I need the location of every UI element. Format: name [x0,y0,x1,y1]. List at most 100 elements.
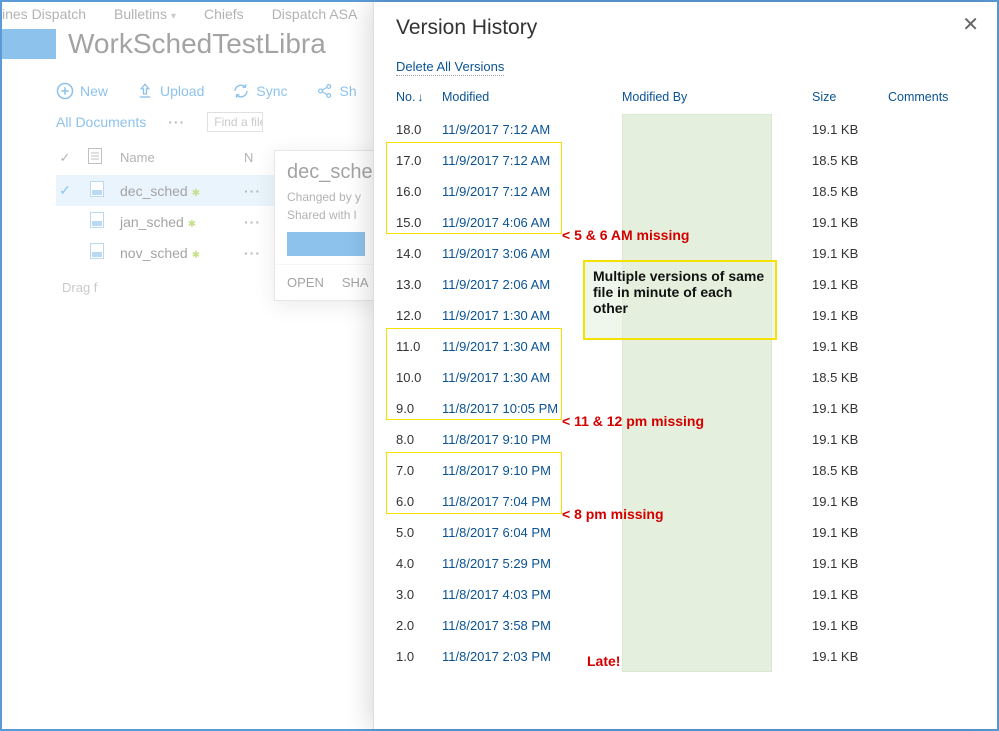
delete-all-versions-link[interactable]: Delete All Versions [396,59,504,76]
share-button[interactable]: Sh [316,82,357,100]
sync-button[interactable]: Sync [232,82,287,100]
find-file-input[interactable]: Find a file [207,112,263,132]
annotation-note-box: Multiple versions of same file in minute… [583,260,777,340]
close-button[interactable]: ✕ [962,12,979,37]
version-modified-link[interactable]: 11/9/2017 7:12 AM [442,122,622,137]
annotation-text-3: < 8 pm missing [562,506,664,522]
share-icon [316,82,334,100]
version-size: 19.1 KB [812,339,888,354]
version-modified-link[interactable]: 11/9/2017 7:12 AM [442,153,622,168]
select-all-checkbox[interactable]: ✓ [56,150,74,166]
version-modified-link[interactable]: 11/8/2017 9:10 PM [442,463,622,478]
version-modified-link[interactable]: 11/8/2017 9:10 PM [442,432,622,447]
file-callout: dec_sche Changed by y Shared with l OPEN… [274,150,378,301]
col-modified-by[interactable]: Modified By [622,90,812,104]
upload-icon [136,82,154,100]
library-title: WorkSchedTestLibra [68,28,326,60]
callout-shared-with: Shared with l [275,206,377,224]
version-size: 19.1 KB [812,246,888,261]
view-all-documents[interactable]: All Documents [56,114,146,130]
doc-icon [88,181,106,200]
version-no: 13.0 [396,277,442,292]
col-modified[interactable]: Modified [442,90,622,104]
row-more-menu[interactable]: ··· [244,183,264,199]
version-modified-link[interactable]: 11/9/2017 3:06 AM [442,246,622,261]
nav-item-chiefs[interactable]: Chiefs [204,6,244,22]
version-table: No.↓ Modified Modified By Size Comments … [396,90,975,672]
version-modified-link[interactable]: 11/8/2017 4:03 PM [442,587,622,602]
callout-preview [287,232,365,256]
row-checkbox[interactable]: ✓ [56,182,74,199]
library-color-chip [2,29,56,59]
callout-changed-by: Changed by y [275,188,377,206]
plus-circle-icon [56,82,74,100]
annotation-text-1: < 5 & 6 AM missing [562,227,689,243]
version-table-header: No.↓ Modified Modified By Size Comments [396,90,975,114]
version-modified-link[interactable]: 11/8/2017 5:29 PM [442,556,622,571]
version-no: 4.0 [396,556,442,571]
version-size: 19.1 KB [812,556,888,571]
version-modified-link[interactable]: 11/8/2017 3:58 PM [442,618,622,633]
new-indicator-icon: ✱ [192,250,200,261]
annotation-text-4: Late! [587,653,620,669]
version-no: 14.0 [396,246,442,261]
new-button[interactable]: New [56,82,108,100]
modified-column-header-trunc[interactable]: N [244,150,253,165]
version-no: 3.0 [396,587,442,602]
version-no: 6.0 [396,494,442,509]
version-modified-link[interactable]: 11/8/2017 6:04 PM [442,525,622,540]
version-size: 18.5 KB [812,184,888,199]
version-size: 19.1 KB [812,525,888,540]
version-no: 9.0 [396,401,442,416]
file-name[interactable]: nov_sched [120,245,188,261]
view-more-menu[interactable]: ··· [168,114,185,130]
modified-by-highlight-strip [622,114,772,672]
nav-item-bulletins[interactable]: Bulletins▾ [114,6,176,22]
chevron-down-icon: ▾ [171,11,176,22]
sync-icon [232,82,250,100]
callout-title: dec_sche [275,151,377,188]
name-column-header[interactable]: Name [120,150,230,165]
version-no: 5.0 [396,525,442,540]
version-size: 19.1 KB [812,122,888,137]
row-more-menu[interactable]: ··· [244,214,264,230]
new-indicator-icon: ✱ [188,219,196,230]
file-name[interactable]: dec_sched [120,183,188,199]
version-size: 19.1 KB [812,587,888,602]
nav-item-asap[interactable]: Dispatch ASA [272,6,358,22]
version-size: 19.1 KB [812,277,888,292]
version-no: 8.0 [396,432,442,447]
version-no: 2.0 [396,618,442,633]
version-size: 18.5 KB [812,153,888,168]
callout-share-button[interactable]: SHA [342,275,369,290]
row-more-menu[interactable]: ··· [244,245,264,261]
col-size[interactable]: Size [812,90,888,104]
col-no[interactable]: No. [396,90,415,104]
version-no: 18.0 [396,122,442,137]
sort-desc-icon: ↓ [417,90,423,104]
version-no: 12.0 [396,308,442,323]
version-no: 1.0 [396,649,442,664]
file-name[interactable]: jan_sched [120,214,184,230]
new-indicator-icon: ✱ [192,188,200,199]
version-size: 18.5 KB [812,370,888,385]
version-history-panel: ✕ Version History Delete All Versions No… [373,2,997,729]
version-modified-link[interactable]: 11/9/2017 1:30 AM [442,370,622,385]
version-size: 19.1 KB [812,618,888,633]
version-no: 11.0 [396,339,442,354]
upload-button[interactable]: Upload [136,82,204,100]
version-modified-link[interactable]: 11/9/2017 7:12 AM [442,184,622,199]
version-no: 10.0 [396,370,442,385]
version-modified-link[interactable]: 11/9/2017 1:30 AM [442,339,622,354]
col-comments[interactable]: Comments [888,90,968,104]
version-no: 16.0 [396,184,442,199]
doc-icon [88,243,106,262]
callout-open-button[interactable]: OPEN [287,275,324,290]
version-size: 19.1 KB [812,432,888,447]
type-column-icon [88,148,106,167]
version-no: 7.0 [396,463,442,478]
version-size: 19.1 KB [812,401,888,416]
nav-item-dispatch[interactable]: ines Dispatch [2,6,86,22]
version-size: 19.1 KB [812,215,888,230]
doc-icon [88,212,106,231]
